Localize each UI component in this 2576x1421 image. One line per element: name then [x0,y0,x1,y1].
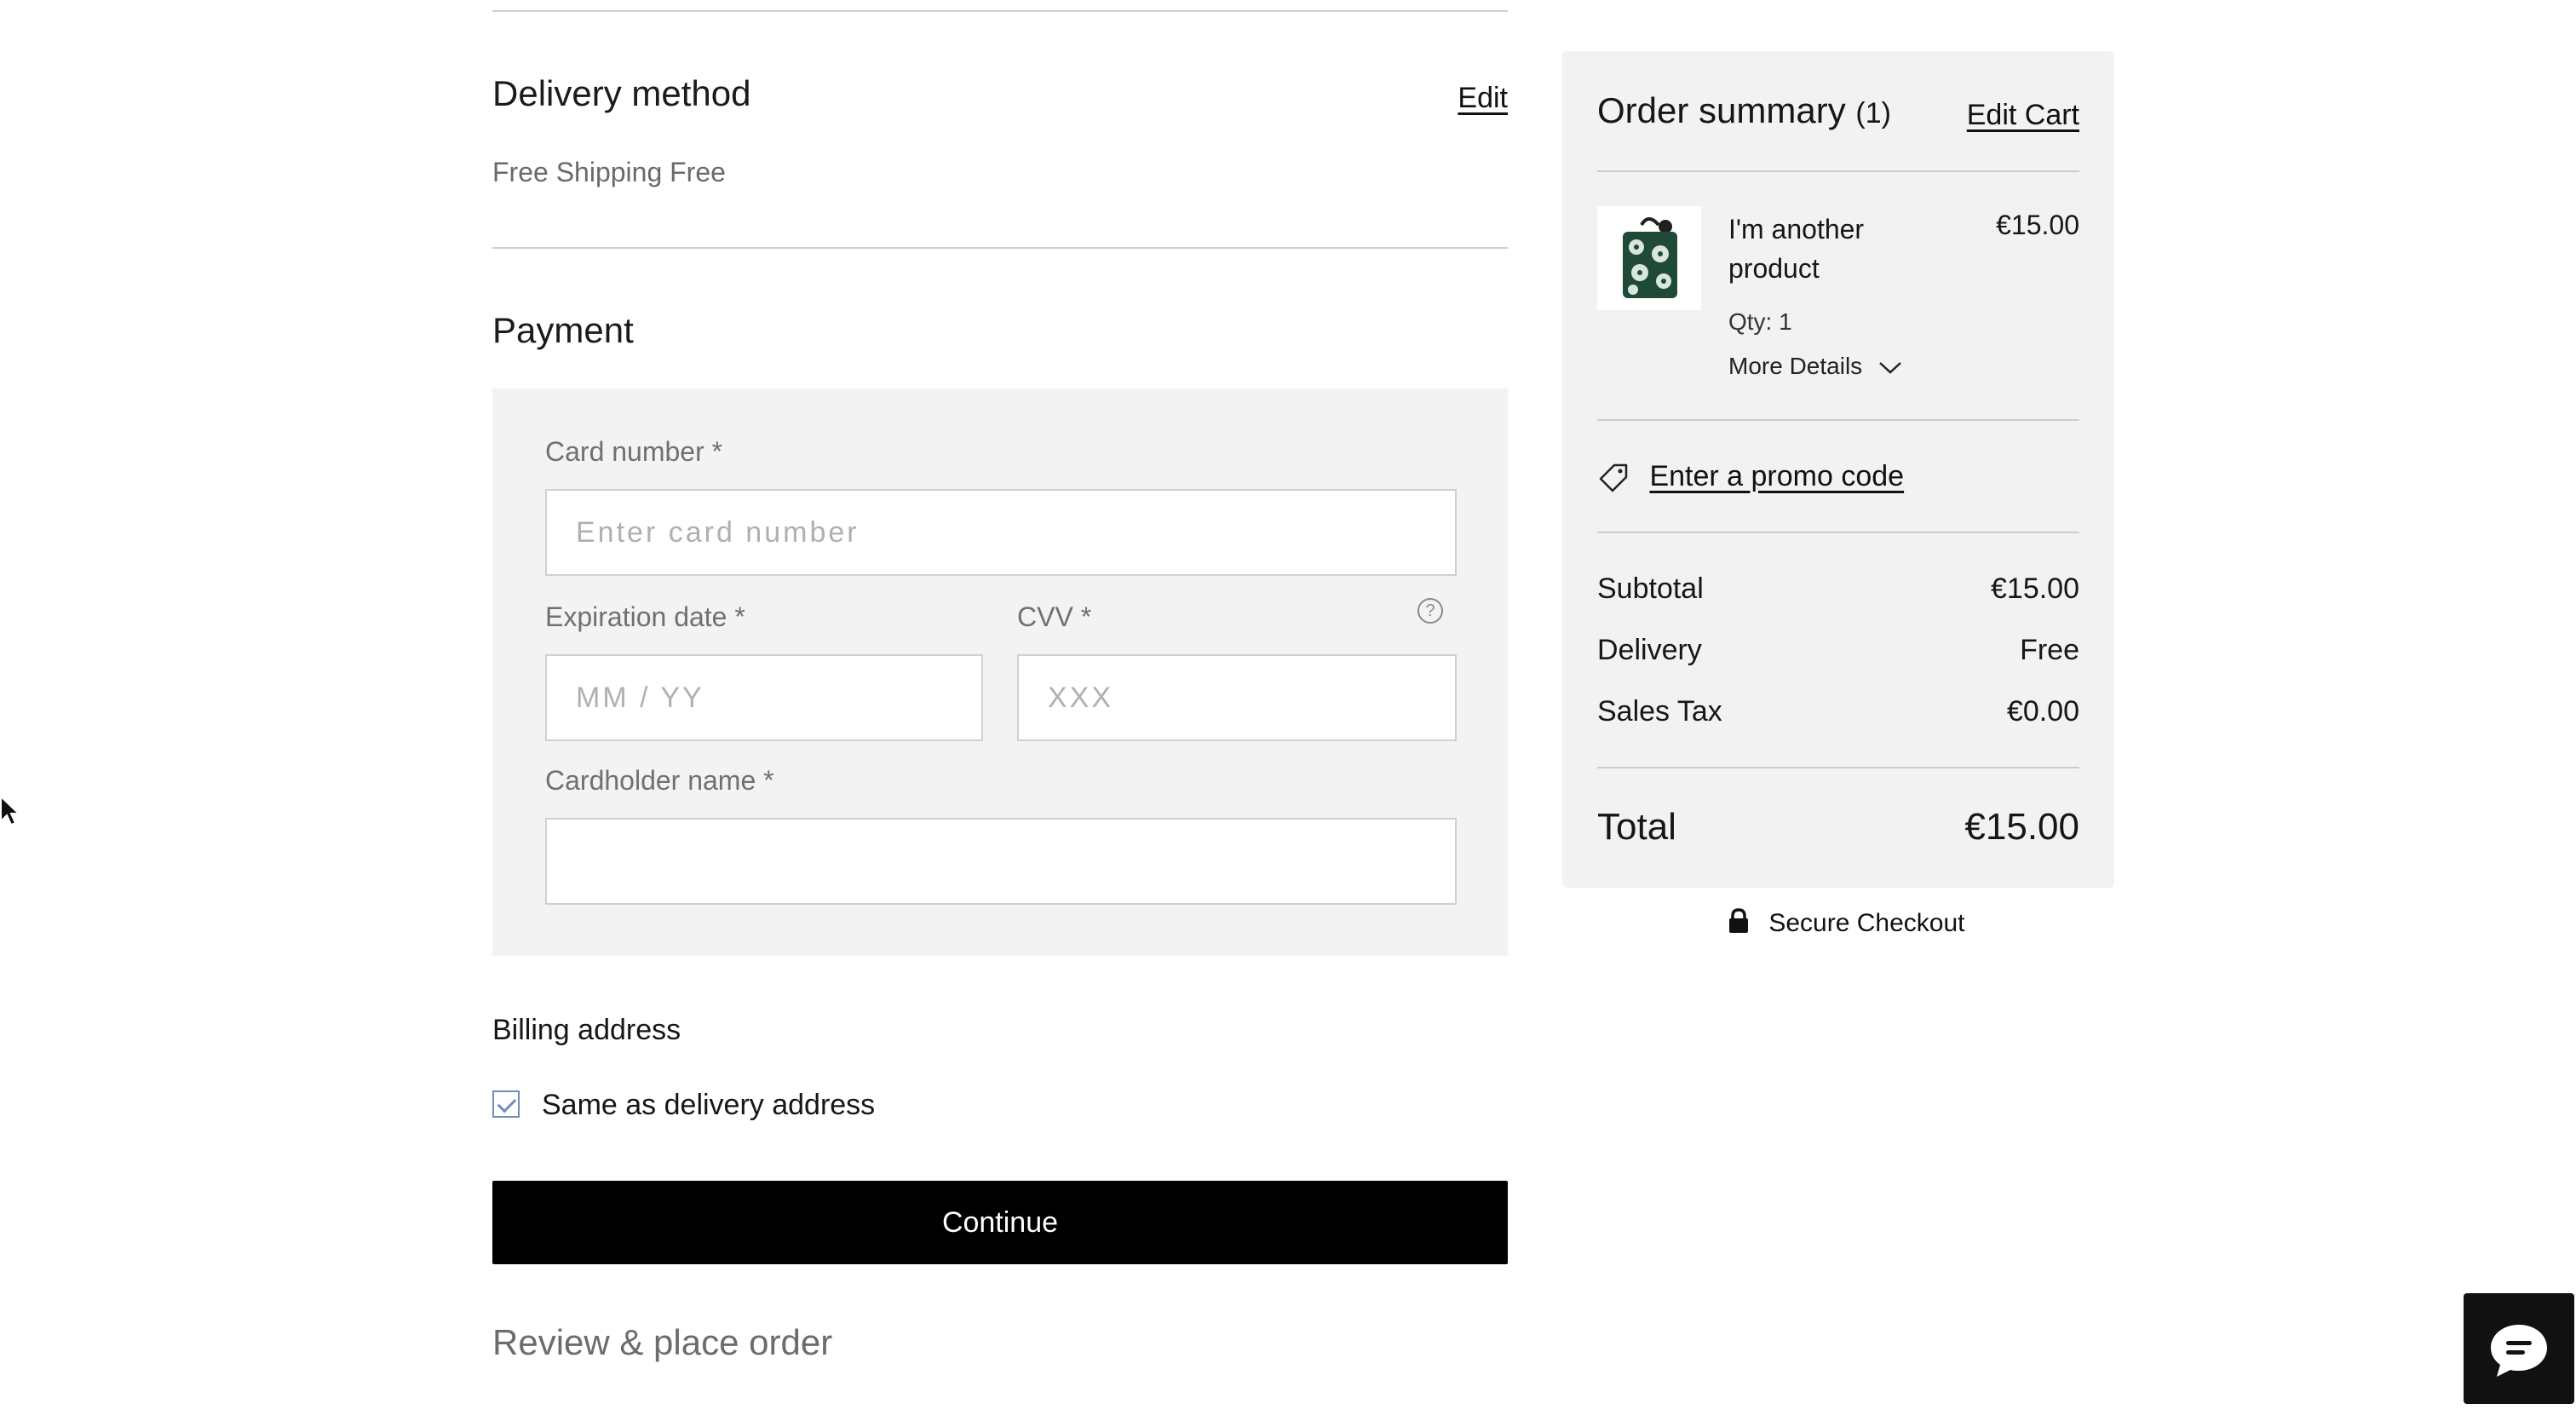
subtotal-value: €15.00 [1991,572,2079,605]
billing-address-title: Billing address [492,1014,681,1046]
secure-checkout: Secure Checkout [1728,908,1964,938]
total-label: Total [1597,806,1676,848]
continue-button[interactable]: Continue [492,1181,1508,1264]
question-circle-icon[interactable]: ? [1417,598,1443,624]
product-name-line2: product [1728,253,1820,284]
chevron-down-icon [1879,361,1901,374]
promo-code-label[interactable]: Enter a promo code [1649,460,1904,492]
divider [1597,419,2079,421]
more-details-label: More Details [1728,353,1863,379]
card-number-placeholder: Enter card number [576,516,860,549]
cardholder-name-input[interactable] [545,818,1457,905]
promo-code-link[interactable]: Enter a promo code [1597,460,1904,494]
tag-icon [1599,463,1628,492]
payment-title: Payment [492,310,634,350]
secure-checkout-label: Secure Checkout [1768,909,1965,937]
expiration-date-placeholder: MM / YY [576,682,704,714]
divider [1597,767,2079,768]
divider [1597,532,2079,533]
order-summary-panel: Order summary (1) Edit Cart I'm another … [1562,51,2114,888]
product-price: €15.00 [1996,210,2079,240]
review-place-order-title: Review & place order [492,1322,833,1362]
cvv-placeholder: XXX [1048,682,1114,714]
order-summary-title: Order summary (1) [1597,90,1891,131]
sales-tax-value: €0.00 [2006,695,2079,728]
delivery-method-title: Delivery method [492,73,751,113]
order-summary-title-text: Order summary [1597,90,1846,130]
expiration-date-input[interactable]: MM / YY [545,654,983,741]
cardholder-name-label: Cardholder name * [545,765,774,796]
chat-button[interactable] [2464,1293,2574,1404]
card-number-input[interactable]: Enter card number [545,489,1457,576]
product-image [1597,206,1701,310]
edit-cart-link[interactable]: Edit Cart [1967,99,2079,132]
delivery-value: Free [2020,634,2079,666]
same-as-delivery-label[interactable]: Same as delivery address [542,1089,875,1122]
payment-card-form: Card number * Enter card number Expirati… [492,388,1508,956]
product-thumbnail[interactable] [1597,206,1701,310]
cvv-label: CVV * [1017,601,1092,632]
card-number-label: Card number * [545,436,723,467]
sales-tax-label: Sales Tax [1597,695,1722,728]
edit-delivery-link[interactable]: Edit [1458,82,1508,115]
order-summary-count: (1) [1855,97,1891,129]
product-name: I'm another product [1728,210,1864,288]
chat-bubble-icon [2491,1325,2547,1377]
subtotal-label: Subtotal [1597,572,1704,605]
divider [1597,170,2079,172]
divider [492,247,1508,249]
total-value: €15.00 [1964,806,2079,848]
product-qty: Qty: 1 [1728,308,1792,335]
more-details-toggle[interactable]: More Details [1728,353,1903,380]
divider [492,10,1508,12]
same-as-delivery-checkbox[interactable] [492,1090,520,1118]
delivery-label: Delivery [1597,634,1702,666]
mouse-pointer-icon [0,796,20,826]
delivery-method-value: Free Shipping Free [492,157,726,187]
expiration-date-label: Expiration date * [545,601,745,632]
product-name-line1: I'm another [1728,214,1865,245]
lock-icon [1729,908,1748,933]
cvv-input[interactable]: XXX [1017,654,1457,741]
